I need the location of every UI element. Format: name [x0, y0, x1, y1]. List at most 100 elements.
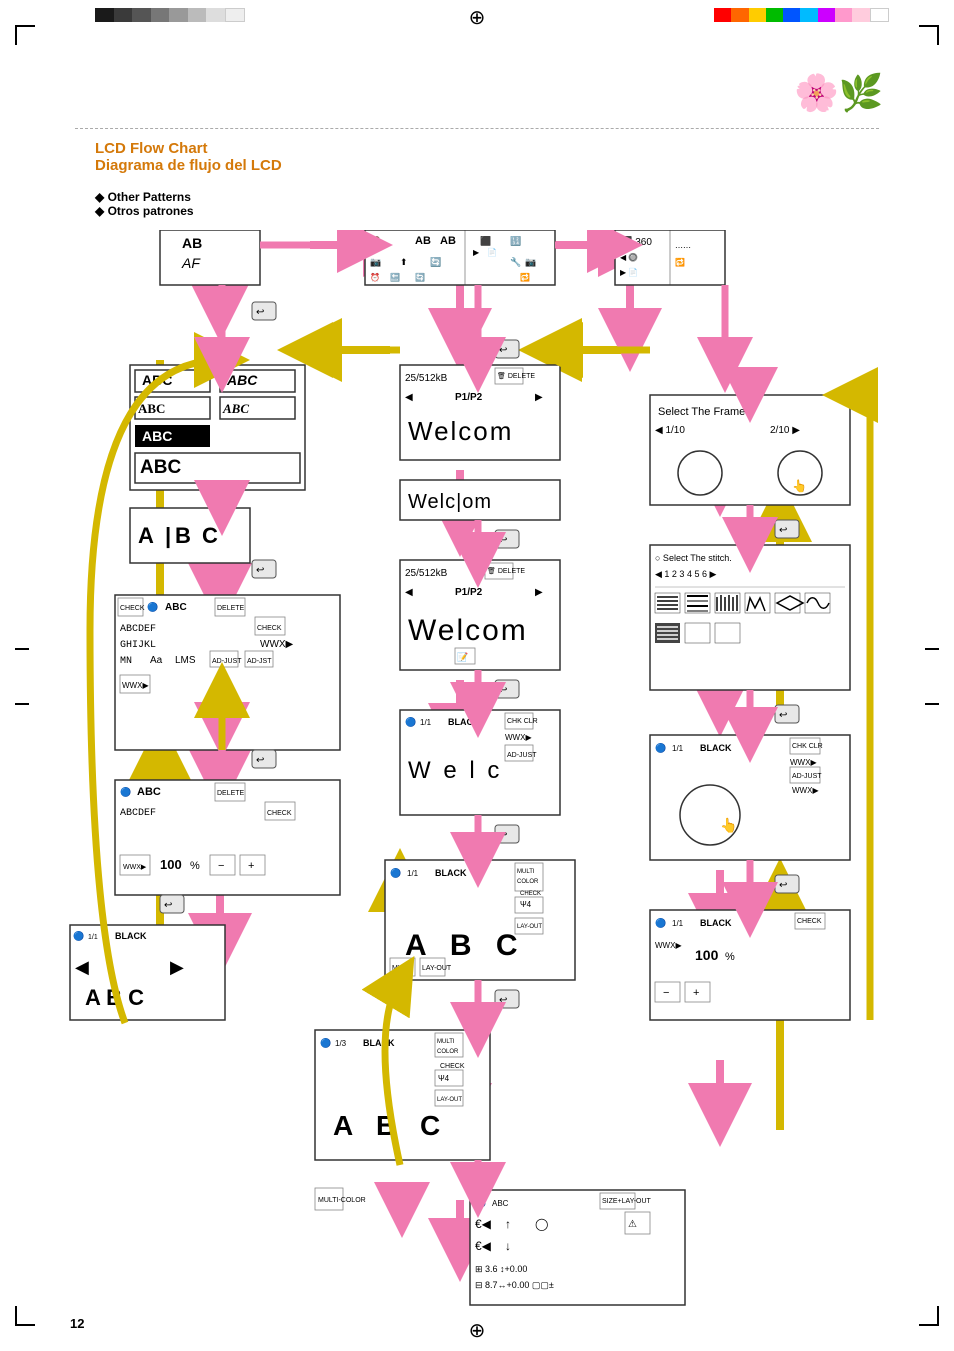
svg-text:Aa: Aa — [150, 655, 163, 666]
svg-text:↩: ↩ — [499, 345, 507, 356]
svg-text:P1/P2: P1/P2 — [455, 587, 483, 598]
svg-text:📄: 📄 — [487, 247, 497, 257]
svg-text:AB: AB — [182, 235, 202, 251]
corner-br — [919, 1306, 939, 1326]
svg-text:1/1: 1/1 — [88, 934, 98, 941]
svg-text:🔵: 🔵 — [655, 742, 666, 753]
svg-text:MULTI-COLOR: MULTI-COLOR — [318, 1197, 366, 1204]
svg-text:€◀: €◀ — [475, 1217, 492, 1231]
svg-text:↩: ↩ — [256, 565, 264, 576]
svg-text:↓: ↓ — [505, 1239, 511, 1253]
svg-text:ABC: ABC — [142, 428, 172, 444]
svg-text:▶: ▶ — [535, 392, 543, 403]
side-line-right — [925, 648, 939, 650]
top-registration-mark: ⊕ — [469, 5, 486, 30]
svg-text:⏰: ⏰ — [370, 272, 380, 282]
svg-text:100: 100 — [160, 857, 182, 872]
svg-text:Welcom: Welcom — [408, 614, 528, 647]
svg-text:🔁: 🔁 — [520, 272, 530, 282]
svg-text:MULTI: MULTI — [392, 965, 413, 972]
svg-text:MULTI: MULTI — [437, 1039, 455, 1045]
svg-text:▶ 📄: ▶ 📄 — [620, 267, 638, 277]
svg-text:ABC: ABC — [165, 602, 187, 613]
svg-text:🔵: 🔵 — [475, 1197, 486, 1208]
svg-text:MULTI: MULTI — [517, 869, 535, 875]
svg-text:|: | — [165, 523, 171, 548]
bottom-registration-mark: ⊕ — [469, 1318, 486, 1343]
svg-text:ABC: ABC — [137, 786, 161, 798]
flowchart-svg: AB AF 🦁 AB AB ⬛ 🔢 📷 ⬆ 🔄 ▶ 📄 🔧 📷 ⏰ 🔙 🔄 🔁 … — [30, 230, 920, 1310]
side-line-right2 — [925, 703, 939, 705]
svg-text:1/1: 1/1 — [672, 744, 684, 753]
svg-text:🔵: 🔵 — [120, 786, 131, 797]
side-line-left — [15, 648, 29, 650]
swatch-b4 — [151, 8, 170, 22]
svg-text:CHECK: CHECK — [797, 918, 822, 925]
svg-text:€◀: €◀ — [475, 1239, 492, 1253]
svg-text:👆: 👆 — [720, 817, 737, 834]
svg-text:↩: ↩ — [499, 830, 507, 841]
swatch-b1 — [95, 8, 114, 22]
svg-text:1/3: 1/3 — [335, 1039, 347, 1048]
svg-text:LAY-OUT: LAY-OUT — [422, 965, 452, 972]
svg-text:Welc|om: Welc|om — [408, 491, 492, 513]
svg-text:A: A — [138, 523, 154, 548]
svg-text:📝: 📝 — [457, 651, 468, 662]
svg-text:1/1: 1/1 — [407, 869, 419, 878]
svg-text:WWX▶: WWX▶ — [260, 639, 294, 650]
svg-text:AB: AB — [415, 235, 431, 247]
svg-text:○ Select The stitch.: ○ Select The stitch. — [655, 553, 732, 563]
svg-text:↩: ↩ — [779, 880, 787, 891]
svg-text:%: % — [190, 860, 200, 872]
svg-text:MN: MN — [120, 656, 132, 667]
svg-text:1/1: 1/1 — [672, 919, 684, 928]
svg-text:CHECK: CHECK — [257, 625, 282, 632]
svg-text:Ψ4: Ψ4 — [520, 900, 532, 909]
svg-text:⬛ 360: ⬛ 360 — [620, 235, 652, 248]
svg-text:Ψ4: Ψ4 — [438, 1074, 450, 1083]
swatch-b8 — [225, 8, 246, 22]
svg-text:⊞ 3.6 ↕+0.00: ⊞ 3.6 ↕+0.00 — [475, 1264, 527, 1274]
svg-text:📷: 📷 — [525, 257, 536, 267]
svg-text:◀: ◀ — [75, 957, 89, 977]
top-bar — [95, 8, 245, 22]
page-title-en: LCD Flow Chart Diagrama de flujo del LCD — [95, 140, 282, 174]
svg-text:ABC: ABC — [140, 457, 181, 478]
svg-text:ABC: ABC — [492, 1199, 509, 1208]
svg-text:↩: ↩ — [164, 900, 172, 911]
svg-text:🗑 DELETE: 🗑 DELETE — [497, 371, 535, 380]
svg-text:👆: 👆 — [792, 479, 807, 493]
svg-text:↩: ↩ — [499, 685, 507, 696]
svg-text:↑: ↑ — [505, 1217, 511, 1231]
svg-text:ABC: ABC — [226, 372, 258, 388]
svg-text:COLOR: COLOR — [517, 879, 539, 885]
svg-text:P1/P2: P1/P2 — [455, 392, 483, 403]
svg-text:+: + — [248, 860, 254, 872]
svg-text:AD-JST: AD-JST — [247, 658, 272, 665]
svg-text:−: − — [663, 987, 669, 999]
svg-text:↩: ↩ — [779, 525, 787, 536]
svg-text:⬛: ⬛ — [480, 235, 491, 246]
swatch-r9 — [852, 8, 869, 22]
svg-text:AF: AF — [181, 255, 201, 271]
deco-pattern: 🌸🌿 — [794, 75, 889, 135]
svg-text:🗑 DELETE: 🗑 DELETE — [487, 566, 525, 575]
corner-tl — [15, 25, 35, 45]
page-number: 12 — [70, 1316, 84, 1331]
svg-text:1/1: 1/1 — [420, 718, 432, 727]
svg-text:25/512kB: 25/512kB — [405, 373, 448, 384]
swatch-b7 — [206, 8, 225, 22]
dashed-separator — [75, 128, 879, 129]
svg-text:ABCDEF: ABCDEF — [120, 624, 156, 635]
svg-text:🔵: 🔵 — [73, 930, 84, 941]
svg-text:▶: ▶ — [535, 587, 543, 598]
svg-text:CHECK: CHECK — [267, 810, 292, 817]
swatch-b6 — [188, 8, 207, 22]
svg-text:🔄: 🔄 — [415, 272, 425, 282]
svg-text:−: − — [218, 860, 224, 872]
svg-text:100: 100 — [695, 947, 719, 963]
svg-text:🔵: 🔵 — [147, 601, 158, 612]
svg-text:ABС: ABС — [138, 401, 165, 416]
swatch-r10 — [870, 8, 889, 22]
svg-text:🔵: 🔵 — [405, 716, 416, 727]
